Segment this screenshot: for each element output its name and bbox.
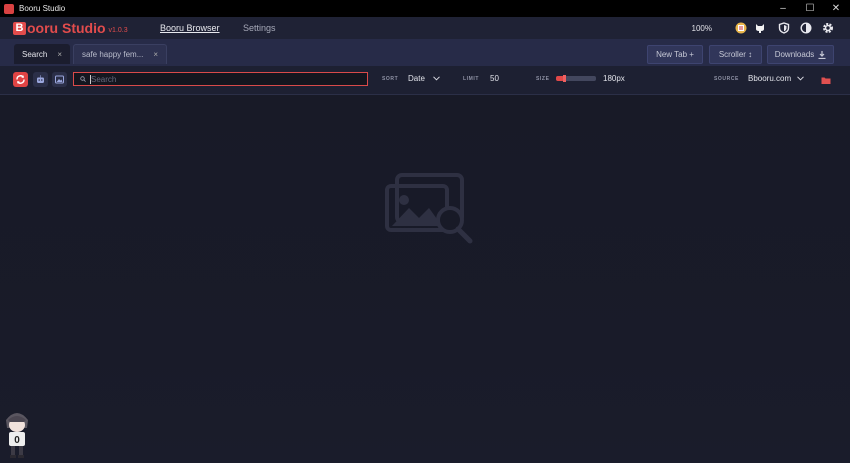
tab-search[interactable]: Search × [14,44,70,64]
close-window-button[interactable]: ✕ [822,0,850,17]
search-box [73,72,368,86]
refresh-icon[interactable] [13,72,28,87]
tab-label: Search [22,49,48,59]
minimize-button[interactable]: – [769,0,797,17]
donate-icon[interactable] [735,22,747,34]
folder-icon[interactable] [818,73,833,88]
app-name: ooru Studio [27,20,106,36]
app-version: v1.0.3 [108,26,128,34]
app-icon [4,3,14,14]
image-icon[interactable] [52,72,67,87]
app-header: B ooru Studio v1.0.3 Booru Browser Setti… [0,17,850,39]
maximize-button[interactable]: ☐ [796,0,824,17]
chevron-down-icon [433,76,440,81]
new-tab-button[interactable]: New Tab + [647,45,703,64]
limit-input[interactable]: 50 [490,74,499,83]
size-value: 180px [603,74,625,83]
search-icon [80,76,86,82]
close-tab-icon[interactable]: × [153,50,158,59]
sort-select[interactable]: Date [408,74,440,83]
logo-icon: B [13,21,26,35]
robot-icon[interactable] [33,72,48,87]
sort-value: Date [408,74,425,83]
size-label: SIZE [536,76,550,82]
zoom-level: 100% [691,23,712,33]
github-icon[interactable] [754,22,766,34]
limit-label: LIMIT [463,76,480,82]
shield-icon[interactable] [778,22,790,34]
source-label: SOURCE [714,76,739,82]
size-slider[interactable] [556,75,596,82]
mascot-image: 0 [6,413,28,458]
nav-booru-browser[interactable]: Booru Browser [160,17,220,39]
scroller-button[interactable]: Scroller ↕ [709,45,762,64]
results-area [0,95,850,463]
close-tab-icon[interactable]: × [57,50,62,59]
source-select[interactable]: Bbooru.com [748,74,804,83]
downloads-button[interactable]: Downloads [767,45,834,64]
nav-settings[interactable]: Settings [243,17,276,39]
sort-label: SORT [382,76,399,82]
empty-image-search-icon [385,173,473,244]
search-input[interactable] [90,74,351,84]
window-title: Booru Studio [19,4,66,13]
size-slider-handle[interactable] [563,75,566,82]
download-icon [818,50,826,59]
downloads-label: Downloads [774,50,815,59]
chevron-down-icon [797,76,804,81]
search-toolbar: SORT Date LIMIT 50 SIZE 180px SOURCE Bbo… [0,66,850,95]
contrast-icon[interactable] [800,22,812,34]
svg-text:0: 0 [14,435,20,446]
source-value: Bbooru.com [748,74,792,83]
gear-icon[interactable] [822,22,834,34]
window-titlebar: Booru Studio – ☐ ✕ [0,0,850,17]
tab-saved-search[interactable]: safe happy fem... × [73,44,167,64]
tab-label: safe happy fem... [82,50,144,59]
